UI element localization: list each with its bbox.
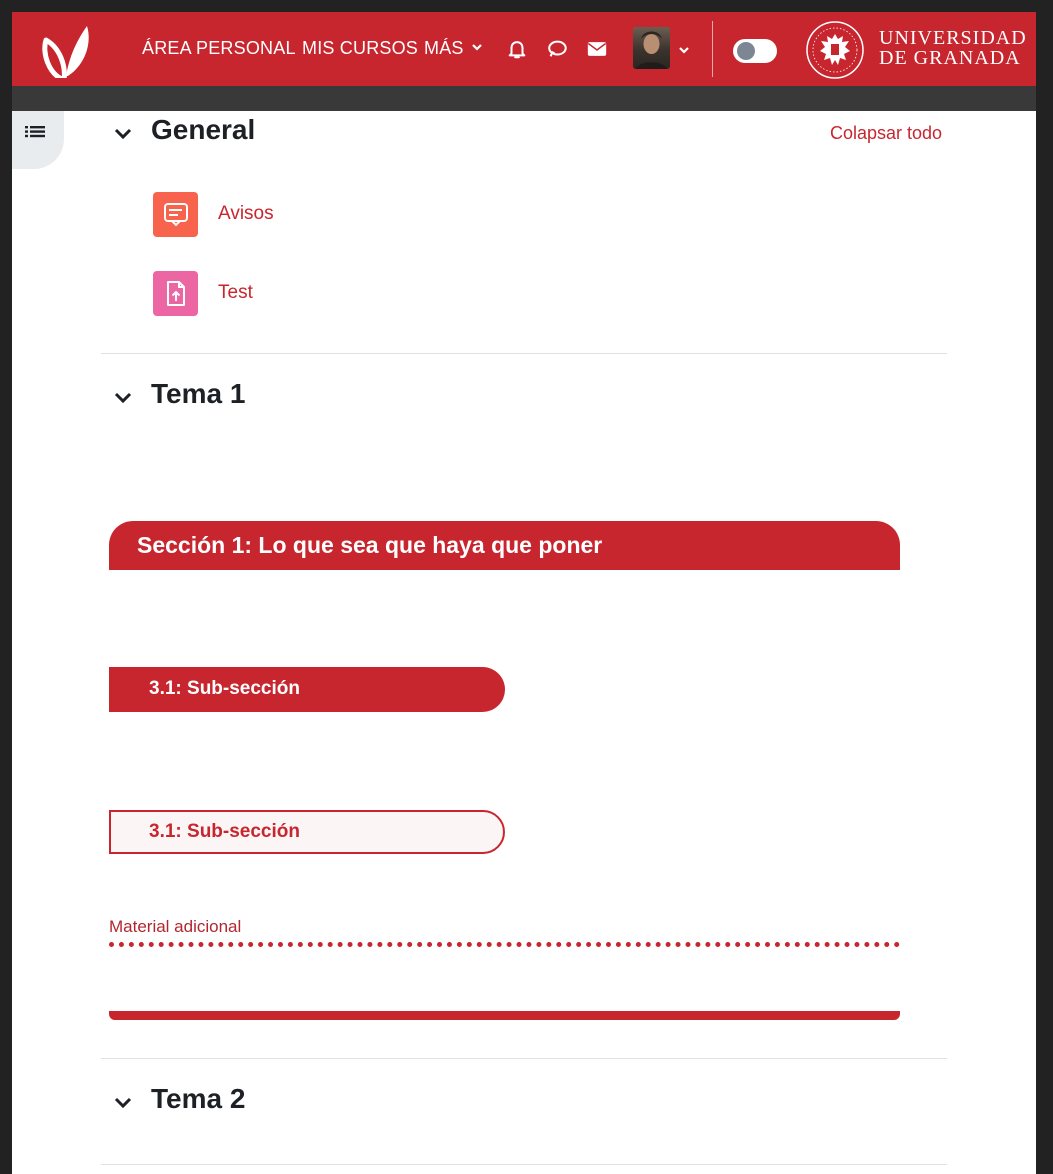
avatar[interactable] xyxy=(633,27,670,69)
nav-area-personal[interactable]: ÁREA PERSONAL xyxy=(142,38,296,59)
top-navbar: ÁREA PERSONAL MIS CURSOS MÁS UNIVERSIDAD… xyxy=(12,12,1036,86)
edit-mode-toggle[interactable] xyxy=(733,39,777,63)
course-page: General Colapsar todo Avisos Test Tema 1… xyxy=(12,111,1036,1174)
chevron-down-icon xyxy=(472,44,482,51)
university-name-line1: UNIVERSIDAD xyxy=(879,27,1027,49)
secondary-bar xyxy=(12,86,1036,111)
activity-label-test[interactable]: Test xyxy=(218,282,253,304)
nav-mas-label: MÁS xyxy=(424,38,464,58)
section-banner-text: Sección 1: Lo que sea que haya que poner xyxy=(137,532,603,558)
collapse-all-link[interactable]: Colapsar todo xyxy=(830,123,942,144)
university-name-line2: DE GRANADA xyxy=(879,47,1021,69)
dotted-divider xyxy=(109,942,900,947)
section-divider xyxy=(101,1058,947,1059)
extra-material-label: Material adicional xyxy=(109,917,242,936)
subsection-heading-text: 3.1: Sub-sección xyxy=(149,821,300,842)
section-title-tema-2[interactable]: Tema 2 xyxy=(151,1083,245,1115)
university-name: UNIVERSIDAD DE GRANADA xyxy=(879,28,1027,68)
chevron-down-icon[interactable] xyxy=(112,123,134,145)
user-photo xyxy=(636,31,667,69)
navbar-divider xyxy=(712,21,713,77)
course-index-toggle[interactable] xyxy=(12,111,64,169)
subsection-heading-outline: 3.1: Sub-sección xyxy=(109,810,505,854)
bell-icon[interactable] xyxy=(505,38,529,60)
list-icon xyxy=(25,126,45,138)
user-menu-chevron-icon[interactable] xyxy=(678,45,690,55)
section-divider xyxy=(101,1164,947,1165)
section-title-tema-1[interactable]: Tema 1 xyxy=(151,378,245,410)
subsection-heading-text: 3.1: Sub-sección xyxy=(149,678,300,699)
window-frame xyxy=(0,0,12,1174)
nav-mas[interactable]: MÁS xyxy=(424,38,483,59)
chevron-down-icon[interactable] xyxy=(112,1092,134,1114)
moodle-leaf-logo[interactable] xyxy=(40,18,92,78)
subsection-heading-filled: 3.1: Sub-sección xyxy=(109,667,505,712)
chevron-down-icon[interactable] xyxy=(112,387,134,409)
section-title-general[interactable]: General xyxy=(151,114,255,146)
assignment-icon xyxy=(153,271,198,316)
university-seal-logo[interactable] xyxy=(805,20,865,80)
chat-bubble-icon[interactable] xyxy=(545,38,569,60)
activity-label-avisos[interactable]: Avisos xyxy=(218,203,274,225)
section-divider xyxy=(101,353,947,354)
section-banner: Sección 1: Lo que sea que haya que poner xyxy=(109,521,900,570)
forum-icon xyxy=(153,192,198,237)
envelope-icon[interactable] xyxy=(585,38,609,60)
nav-mis-cursos[interactable]: MIS CURSOS xyxy=(302,38,418,59)
toggle-knob xyxy=(737,42,755,60)
section-footer-bar xyxy=(109,1011,900,1020)
